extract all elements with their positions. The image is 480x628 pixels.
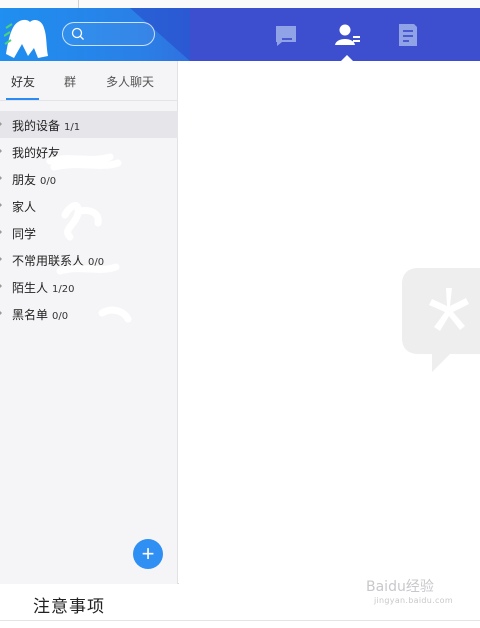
notes-icon[interactable] [394,22,422,48]
friend-group-list: 我的设备 1/1 我的好友 朋友 0/0 家人 同学 不常用联系人 0/0 陌生… [0,111,178,327]
expand-caret-icon [0,228,2,236]
group-count: 0/0 [40,176,57,187]
group-count: 1/20 [52,284,75,295]
group-my-devices[interactable]: 我的设备 1/1 [0,111,178,138]
expand-caret-icon [0,309,2,317]
qq-window: 好友 群 多人聊天 我的设备 1/1 我的好友 朋友 0/0 家人 同学 不常用… [0,8,480,584]
group-family[interactable]: 家人 [0,192,178,219]
expand-caret-icon [0,282,2,290]
expand-caret-icon [0,255,2,263]
search-box[interactable] [62,22,155,46]
message-icon[interactable] [272,22,300,48]
site-watermark: Baidu经验 jingyan.baidu.com [366,576,453,605]
expand-caret-icon [0,120,2,128]
section-heading: 注意事项 [33,597,105,617]
group-my-friends[interactable]: 我的好友 [0,138,178,165]
tab-groups[interactable]: 群 [64,73,76,90]
group-blacklist[interactable]: 黑名单 0/0 [0,300,178,327]
search-input[interactable] [89,26,149,42]
group-strangers[interactable]: 陌生人 1/20 [0,273,178,300]
group-infrequent-contacts[interactable]: 不常用联系人 0/0 [0,246,178,273]
group-name: 不常用联系人 [12,254,85,268]
group-name: 同学 [12,227,37,241]
group-name: 我的设备 [12,119,61,133]
group-name: 陌生人 [12,281,49,295]
group-count: 0/0 [88,257,105,268]
search-icon [71,27,84,40]
watermark-text: Baidu经验 [366,579,434,595]
expand-caret-icon [0,201,2,209]
add-contact-button[interactable]: + [133,539,163,569]
detail-panel [179,61,480,584]
qq-logo-watermark-icon [402,268,480,372]
tab-friends[interactable]: 好友 [11,73,35,90]
watermark-url: jingyan.baidu.com [374,596,453,605]
group-friends[interactable]: 朋友 0/0 [0,165,178,192]
group-name: 黑名单 [12,308,49,322]
group-name: 家人 [12,200,37,214]
contacts-sidebar: 好友 群 多人聊天 我的设备 1/1 我的好友 朋友 0/0 家人 同学 不常用… [0,61,178,584]
expand-caret-icon [0,174,2,182]
footer-divider [0,620,480,621]
group-name: 我的好友 [12,146,61,160]
contacts-icon[interactable] [334,22,362,48]
window-top-strip [0,0,480,8]
title-bar [0,8,480,61]
user-avatar[interactable] [4,14,48,58]
group-count: 0/0 [52,311,69,322]
expand-caret-icon [0,147,2,155]
group-count: 1/1 [64,122,81,133]
group-classmates[interactable]: 同学 [0,219,178,246]
contacts-tabs: 好友 群 多人聊天 [0,61,178,101]
active-tab-underline [6,98,39,100]
plus-icon: + [141,541,155,566]
group-name: 朋友 [12,173,37,187]
tab-multi-chat[interactable]: 多人聊天 [106,73,154,90]
